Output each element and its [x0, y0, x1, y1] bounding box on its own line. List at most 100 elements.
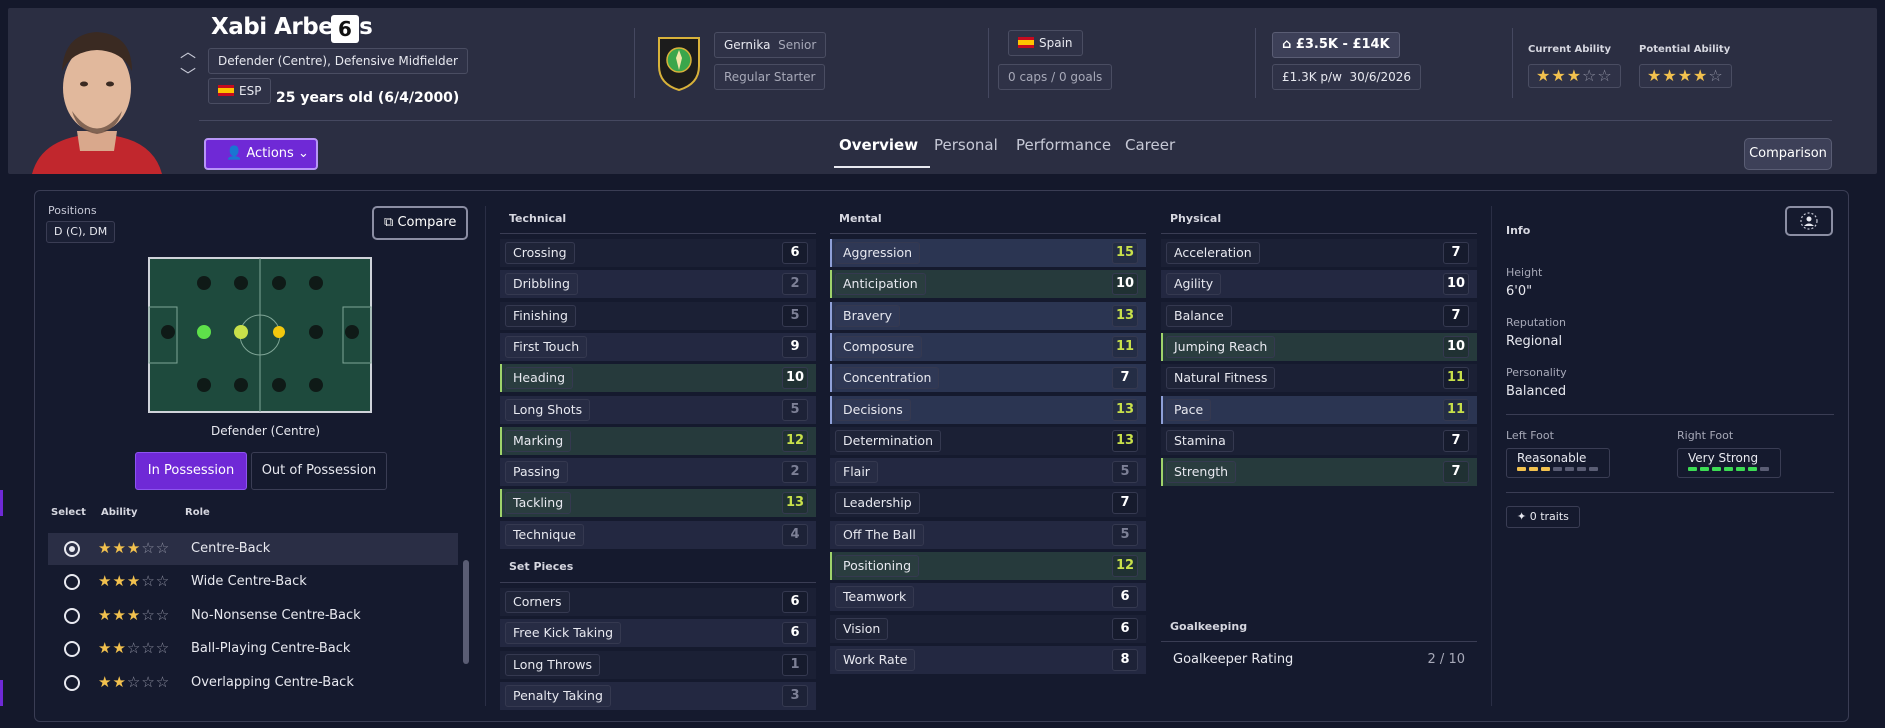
out-of-possession-toggle[interactable]: Out of Possession — [251, 452, 387, 490]
comparison-button[interactable]: Comparison — [1744, 138, 1832, 170]
attribute-row[interactable]: Concentration 7 — [830, 364, 1146, 393]
divider — [500, 233, 816, 234]
role-row[interactable]: ★★★☆☆ Centre-Back — [48, 533, 458, 565]
club-crest-icon[interactable] — [654, 32, 704, 92]
divider — [1255, 28, 1256, 98]
attribute-value: 7 — [1443, 461, 1469, 484]
height-value: 6'0" — [1506, 284, 1533, 299]
attribute-row[interactable]: Work Rate 8 — [830, 645, 1146, 674]
attribute-row[interactable]: First Touch 9 — [500, 332, 816, 361]
role-row[interactable]: ★★★☆☆ No-Nonsense Centre-Back — [48, 600, 458, 632]
attribute-row[interactable]: Passing 2 — [500, 458, 816, 487]
meter-segment — [1553, 467, 1562, 471]
pitch-caption: Defender (Centre) — [211, 424, 321, 438]
attribute-value: 11 — [1112, 335, 1138, 358]
attribute-row[interactable]: Positioning 12 — [830, 552, 1146, 580]
attribute-row[interactable]: Leadership 7 — [830, 489, 1146, 518]
attribute-row[interactable]: Composure 11 — [830, 332, 1146, 361]
attribute-row[interactable]: Vision 6 — [830, 614, 1146, 643]
tab-career[interactable]: Career — [1125, 136, 1175, 154]
chevron-up-icon[interactable]: ︿ — [176, 40, 200, 64]
radio-selected-icon[interactable] — [64, 541, 80, 557]
attribute-row[interactable]: Determination 13 — [830, 426, 1146, 455]
chevron-down-icon[interactable]: ﹀ — [176, 64, 200, 88]
highlight-bar — [830, 332, 832, 361]
actions-label: Actions — [246, 146, 294, 161]
attribute-row[interactable]: Off The Ball 5 — [830, 520, 1146, 549]
radio-icon[interactable] — [64, 608, 80, 624]
highlight-bar — [500, 426, 502, 455]
attribute-row[interactable]: Strength 7 — [1161, 458, 1477, 487]
attribute-row[interactable]: Crossing 6 — [500, 239, 816, 267]
meter-segment — [1724, 467, 1733, 471]
meter-segment — [1577, 467, 1586, 471]
spain-flag-icon — [218, 85, 234, 96]
tab-personal[interactable]: Personal — [934, 136, 998, 154]
attribute-value: 11 — [1443, 398, 1469, 421]
actions-button[interactable]: 👤 Actions ⌄ — [204, 138, 318, 170]
attribute-name: Stamina — [1166, 429, 1234, 452]
attribute-row[interactable]: Finishing 5 — [500, 301, 816, 330]
side-marker — [0, 680, 3, 706]
attribute-row[interactable]: Acceleration 7 — [1161, 239, 1477, 267]
attribute-name: Long Shots — [505, 398, 591, 421]
in-possession-toggle[interactable]: In Possession — [135, 452, 247, 490]
right-foot-rating: Very Strong — [1677, 448, 1781, 478]
positions-chip: Defender (Centre), Defensive Midfielder — [208, 48, 468, 74]
roles-scrollbar[interactable] — [463, 560, 469, 664]
club-name: Gernika — [724, 38, 771, 52]
club-chip[interactable]: Gernika Senior — [714, 32, 827, 58]
club-level: Senior — [778, 38, 817, 52]
attribute-row[interactable]: Pace 11 — [1161, 395, 1477, 424]
attribute-value: 10 — [1443, 335, 1469, 358]
compare-button[interactable]: ⧉ Compare — [372, 206, 468, 240]
attribute-row[interactable]: Stamina 7 — [1161, 426, 1477, 455]
attribute-name: Agility — [1166, 273, 1222, 296]
attribute-row[interactable]: Corners 6 — [500, 588, 816, 616]
player-age: 25 years old (6/4/2000) — [276, 90, 460, 106]
attribute-row[interactable]: Aggression 15 — [830, 239, 1146, 267]
attribute-row[interactable]: Dribbling 2 — [500, 270, 816, 299]
radio-icon[interactable] — [64, 641, 80, 657]
attribute-row[interactable]: Natural Fitness 11 — [1161, 364, 1477, 393]
info-button[interactable] — [1785, 206, 1833, 236]
attribute-name: Vision — [835, 617, 889, 640]
attribute-row[interactable]: Marking 12 — [500, 426, 816, 455]
attribute-row[interactable]: Balance 7 — [1161, 301, 1477, 330]
attribute-row[interactable]: Free Kick Taking 6 — [500, 619, 816, 648]
attribute-name: Finishing — [505, 304, 576, 327]
attribute-row[interactable]: Agility 10 — [1161, 270, 1477, 299]
role-row[interactable]: ★★☆☆☆ Overlapping Centre-Back — [48, 667, 458, 699]
attribute-row[interactable]: Long Throws 1 — [500, 650, 816, 679]
attribute-row[interactable]: Flair 5 — [830, 458, 1146, 487]
attribute-value: 10 — [1443, 273, 1469, 296]
attribute-row[interactable]: Bravery 13 — [830, 301, 1146, 330]
tab-performance[interactable]: Performance — [1016, 136, 1111, 154]
nation-chip[interactable]: Spain — [1008, 30, 1083, 56]
radio-icon[interactable] — [64, 574, 80, 590]
attribute-row[interactable]: Technique 4 — [500, 520, 816, 549]
divider — [485, 206, 486, 706]
divider — [1506, 414, 1834, 415]
attribute-row[interactable]: Jumping Reach 10 — [1161, 332, 1477, 361]
attribute-row[interactable]: Anticipation 10 — [830, 270, 1146, 299]
highlight-bar — [1161, 395, 1163, 424]
attribute-row[interactable]: Tackling 13 — [500, 489, 816, 518]
attribute-row[interactable]: Penalty Taking 3 — [500, 681, 816, 710]
value-chip[interactable]: ⌂ £3.5K - £14K — [1272, 32, 1400, 58]
current-ability-stars: ★★★☆☆ — [1528, 64, 1621, 88]
highlight-bar — [830, 364, 832, 393]
attribute-row[interactable]: Decisions 13 — [830, 395, 1146, 424]
role-row[interactable]: ★★☆☆☆ Ball-Playing Centre-Back — [48, 633, 458, 665]
attribute-row[interactable]: Long Shots 5 — [500, 395, 816, 424]
position-pitch[interactable] — [148, 257, 372, 413]
attribute-value: 7 — [1112, 367, 1138, 390]
highlight-bar — [830, 270, 832, 299]
attribute-row[interactable]: Heading 10 — [500, 364, 816, 393]
radio-icon[interactable] — [64, 675, 80, 691]
personality-value: Balanced — [1506, 384, 1567, 399]
attribute-row[interactable]: Teamwork 6 — [830, 583, 1146, 612]
role-row[interactable]: ★★★☆☆ Wide Centre-Back — [48, 566, 458, 598]
traits-chip[interactable]: ✦ 0 traits — [1506, 506, 1580, 528]
tab-overview[interactable]: Overview — [839, 136, 918, 154]
